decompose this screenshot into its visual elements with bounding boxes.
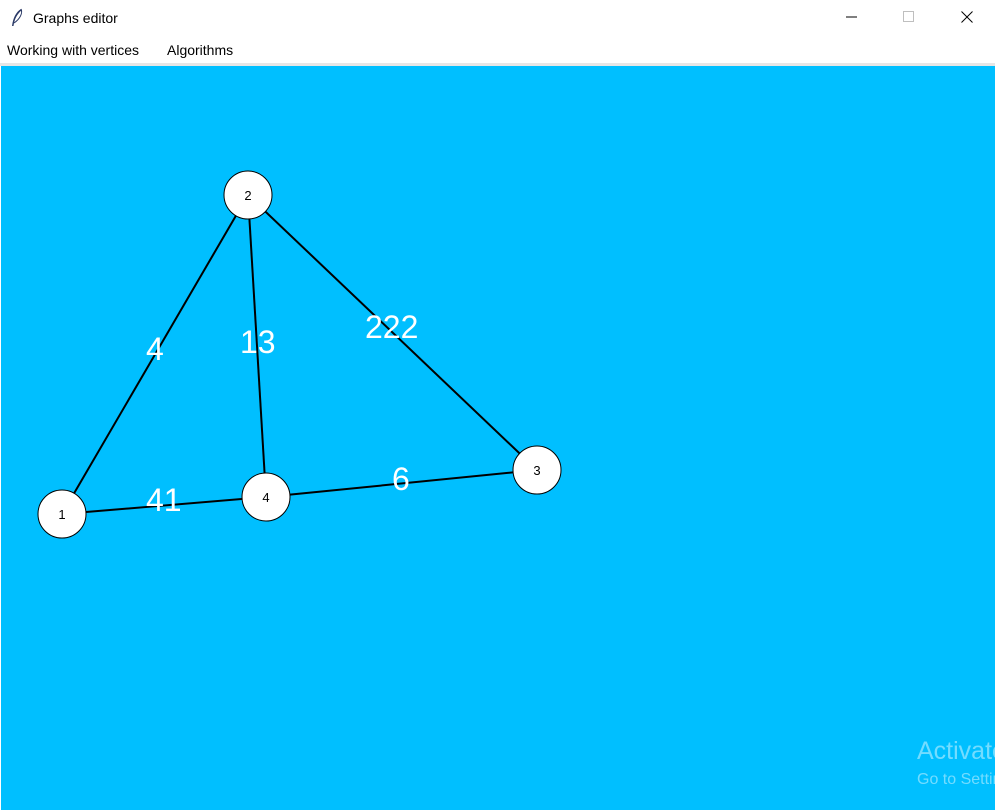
vertex-label: 4: [262, 490, 269, 505]
edge-weight-label: 6: [392, 461, 410, 497]
vertex-label: 1: [58, 507, 65, 522]
vertex-4[interactable]: 4: [241, 472, 291, 522]
vertex-2[interactable]: 2: [223, 170, 273, 220]
graph-drawing: 4 13 222 41 6 1 2 3 4: [37, 170, 562, 539]
edge-weight-label: 4: [146, 331, 164, 367]
edge-weight-label: 13: [240, 324, 276, 360]
activation-watermark-subtitle: Go to Settings: [917, 771, 995, 788]
close-icon: [961, 10, 973, 28]
menu-bar: Working with vertices Algorithms: [0, 38, 995, 63]
window-title: Graphs editor: [33, 10, 118, 26]
vertex-label: 3: [533, 463, 540, 478]
title-bar: Graphs editor: [0, 0, 995, 38]
vertex-label: 2: [244, 188, 251, 203]
minimize-icon: [846, 10, 858, 28]
vertex-3[interactable]: 3: [512, 445, 562, 495]
maximize-icon: [903, 10, 915, 28]
maximize-button[interactable]: [880, 0, 938, 38]
edge-weight-label: 41: [146, 482, 182, 518]
minimize-button[interactable]: [823, 0, 881, 38]
edge-weight-label: 222: [365, 309, 418, 345]
activation-watermark-title: Activate: [917, 737, 995, 765]
menu-working-with-vertices[interactable]: Working with vertices: [7, 42, 139, 58]
vertex-1[interactable]: 1: [37, 489, 87, 539]
graphs-editor-window: Graphs editor Working with vertices Algo…: [0, 0, 995, 811]
feather-icon: [8, 8, 26, 28]
graph-canvas[interactable]: 4 13 222 41 6 1 2 3 4 Activate Go to Settings: [1, 66, 995, 810]
menu-algorithms[interactable]: Algorithms: [167, 42, 233, 58]
close-button[interactable]: [938, 0, 995, 38]
